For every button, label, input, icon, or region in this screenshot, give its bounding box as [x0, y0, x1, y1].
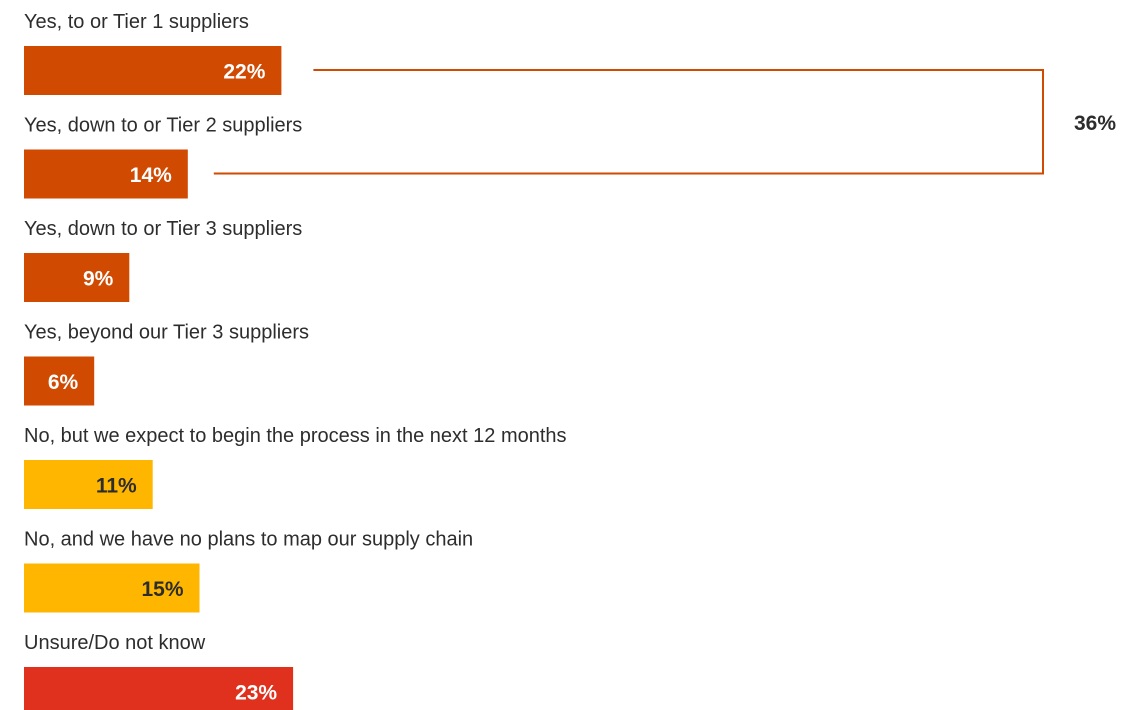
value-label: 15%: [141, 578, 183, 601]
value-label: 23%: [235, 682, 277, 705]
value-label: 14%: [130, 164, 172, 187]
value-label: 22%: [223, 61, 265, 84]
category-label: No, and we have no plans to map our supp…: [24, 529, 473, 551]
category-label: Yes, beyond our Tier 3 suppliers: [24, 322, 309, 344]
category-label: Yes, to or Tier 1 suppliers: [24, 11, 249, 33]
value-label: 9%: [83, 268, 114, 291]
category-label: Yes, down to or Tier 2 suppliers: [24, 115, 302, 137]
bar: [24, 253, 130, 302]
value-label: 11%: [96, 475, 137, 498]
value-label: 6%: [48, 371, 79, 394]
category-label: No, but we expect to begin the process i…: [24, 425, 567, 447]
category-label: Yes, down to or Tier 3 suppliers: [24, 218, 302, 240]
bracket-line: [213, 69, 1044, 175]
category-label: Unsure/Do not know: [24, 632, 206, 654]
bracket-total-label: 36%: [1074, 112, 1116, 135]
bar-chart: Yes, to or Tier 1 suppliers 22% Yes, down …: [24, 11, 1116, 710]
